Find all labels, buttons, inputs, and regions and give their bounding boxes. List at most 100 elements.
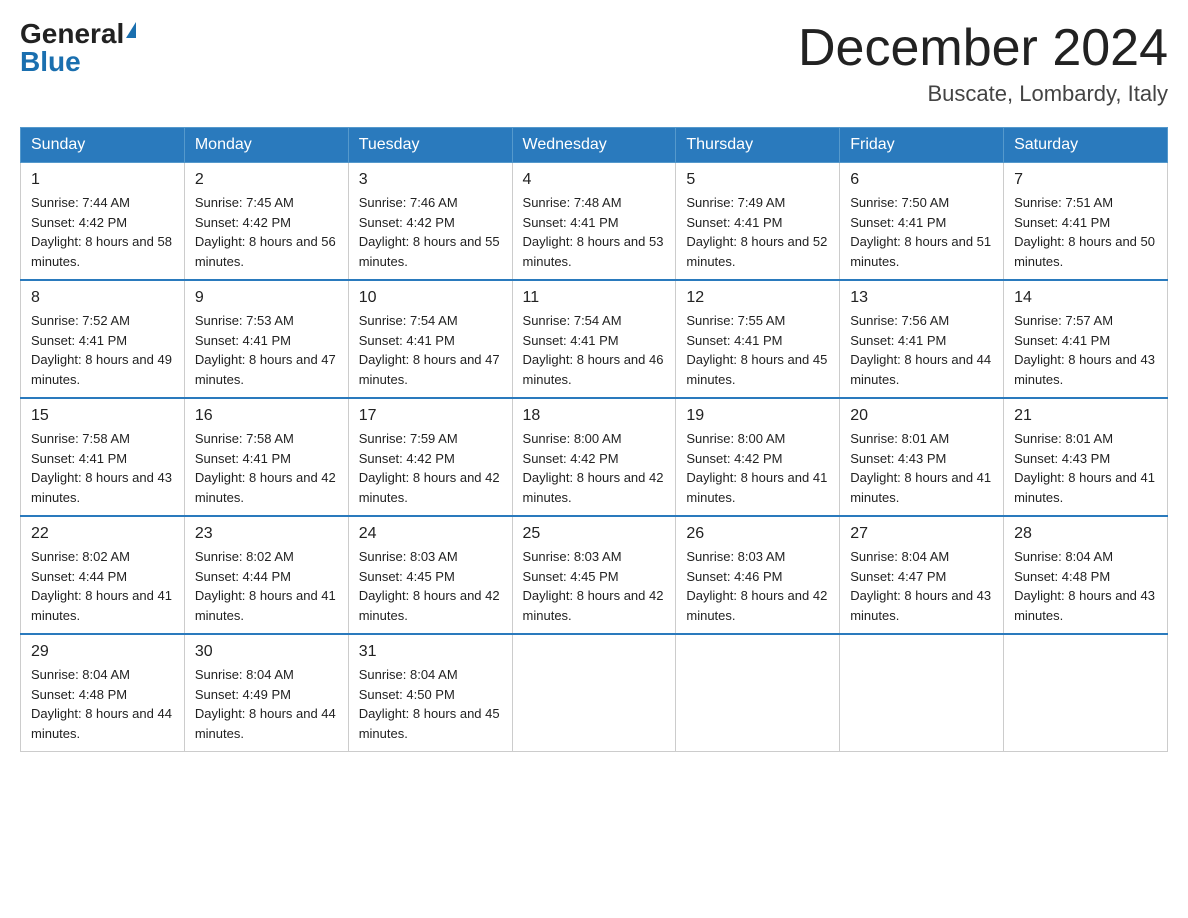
calendar-cell: 8 Sunrise: 7:52 AMSunset: 4:41 PMDayligh… [21, 280, 185, 398]
calendar-cell: 29 Sunrise: 8:04 AMSunset: 4:48 PMDaylig… [21, 634, 185, 752]
day-info: Sunrise: 7:56 AMSunset: 4:41 PMDaylight:… [850, 311, 993, 389]
day-number: 9 [195, 289, 338, 307]
calendar-cell [512, 634, 676, 752]
day-info: Sunrise: 8:01 AMSunset: 4:43 PMDaylight:… [1014, 429, 1157, 507]
calendar-cell: 28 Sunrise: 8:04 AMSunset: 4:48 PMDaylig… [1004, 516, 1168, 634]
day-info: Sunrise: 7:52 AMSunset: 4:41 PMDaylight:… [31, 311, 174, 389]
day-number: 15 [31, 407, 174, 425]
day-info: Sunrise: 8:03 AMSunset: 4:45 PMDaylight:… [359, 547, 502, 625]
month-title: December 2024 [798, 20, 1168, 77]
calendar-cell: 23 Sunrise: 8:02 AMSunset: 4:44 PMDaylig… [184, 516, 348, 634]
day-number: 22 [31, 525, 174, 543]
calendar-cell: 24 Sunrise: 8:03 AMSunset: 4:45 PMDaylig… [348, 516, 512, 634]
calendar-cell [1004, 634, 1168, 752]
weekday-header-monday: Monday [184, 128, 348, 163]
day-number: 13 [850, 289, 993, 307]
calendar-week-row: 29 Sunrise: 8:04 AMSunset: 4:48 PMDaylig… [21, 634, 1168, 752]
day-info: Sunrise: 7:58 AMSunset: 4:41 PMDaylight:… [195, 429, 338, 507]
calendar-cell: 7 Sunrise: 7:51 AMSunset: 4:41 PMDayligh… [1004, 163, 1168, 281]
calendar-week-row: 8 Sunrise: 7:52 AMSunset: 4:41 PMDayligh… [21, 280, 1168, 398]
day-info: Sunrise: 8:04 AMSunset: 4:47 PMDaylight:… [850, 547, 993, 625]
day-info: Sunrise: 8:00 AMSunset: 4:42 PMDaylight:… [686, 429, 829, 507]
day-info: Sunrise: 8:03 AMSunset: 4:46 PMDaylight:… [686, 547, 829, 625]
day-info: Sunrise: 7:58 AMSunset: 4:41 PMDaylight:… [31, 429, 174, 507]
day-number: 18 [523, 407, 666, 425]
calendar-cell: 2 Sunrise: 7:45 AMSunset: 4:42 PMDayligh… [184, 163, 348, 281]
title-section: December 2024 Buscate, Lombardy, Italy [798, 20, 1168, 107]
day-number: 29 [31, 643, 174, 661]
day-info: Sunrise: 7:51 AMSunset: 4:41 PMDaylight:… [1014, 193, 1157, 271]
day-number: 31 [359, 643, 502, 661]
day-number: 3 [359, 171, 502, 189]
calendar-week-row: 15 Sunrise: 7:58 AMSunset: 4:41 PMDaylig… [21, 398, 1168, 516]
weekday-header-thursday: Thursday [676, 128, 840, 163]
calendar-cell: 27 Sunrise: 8:04 AMSunset: 4:47 PMDaylig… [840, 516, 1004, 634]
day-number: 5 [686, 171, 829, 189]
calendar-cell: 22 Sunrise: 8:02 AMSunset: 4:44 PMDaylig… [21, 516, 185, 634]
day-number: 26 [686, 525, 829, 543]
calendar-header-row: SundayMondayTuesdayWednesdayThursdayFrid… [21, 128, 1168, 163]
day-number: 17 [359, 407, 502, 425]
weekday-header-friday: Friday [840, 128, 1004, 163]
weekday-header-tuesday: Tuesday [348, 128, 512, 163]
calendar-cell: 30 Sunrise: 8:04 AMSunset: 4:49 PMDaylig… [184, 634, 348, 752]
day-info: Sunrise: 8:04 AMSunset: 4:48 PMDaylight:… [31, 665, 174, 743]
calendar-cell: 5 Sunrise: 7:49 AMSunset: 4:41 PMDayligh… [676, 163, 840, 281]
calendar-cell: 31 Sunrise: 8:04 AMSunset: 4:50 PMDaylig… [348, 634, 512, 752]
calendar-cell: 12 Sunrise: 7:55 AMSunset: 4:41 PMDaylig… [676, 280, 840, 398]
calendar-cell: 18 Sunrise: 8:00 AMSunset: 4:42 PMDaylig… [512, 398, 676, 516]
day-number: 27 [850, 525, 993, 543]
weekday-header-sunday: Sunday [21, 128, 185, 163]
day-info: Sunrise: 8:02 AMSunset: 4:44 PMDaylight:… [31, 547, 174, 625]
page-header: General Blue December 2024 Buscate, Lomb… [20, 20, 1168, 107]
day-number: 6 [850, 171, 993, 189]
calendar-week-row: 22 Sunrise: 8:02 AMSunset: 4:44 PMDaylig… [21, 516, 1168, 634]
calendar-cell: 15 Sunrise: 7:58 AMSunset: 4:41 PMDaylig… [21, 398, 185, 516]
logo-general-text: General [20, 20, 124, 48]
day-info: Sunrise: 7:46 AMSunset: 4:42 PMDaylight:… [359, 193, 502, 271]
day-number: 16 [195, 407, 338, 425]
calendar-cell: 1 Sunrise: 7:44 AMSunset: 4:42 PMDayligh… [21, 163, 185, 281]
day-info: Sunrise: 8:02 AMSunset: 4:44 PMDaylight:… [195, 547, 338, 625]
day-info: Sunrise: 7:57 AMSunset: 4:41 PMDaylight:… [1014, 311, 1157, 389]
day-number: 20 [850, 407, 993, 425]
weekday-header-wednesday: Wednesday [512, 128, 676, 163]
calendar-cell: 3 Sunrise: 7:46 AMSunset: 4:42 PMDayligh… [348, 163, 512, 281]
calendar-cell [676, 634, 840, 752]
day-number: 28 [1014, 525, 1157, 543]
day-number: 21 [1014, 407, 1157, 425]
day-info: Sunrise: 7:45 AMSunset: 4:42 PMDaylight:… [195, 193, 338, 271]
day-number: 7 [1014, 171, 1157, 189]
day-info: Sunrise: 7:54 AMSunset: 4:41 PMDaylight:… [523, 311, 666, 389]
day-info: Sunrise: 8:04 AMSunset: 4:50 PMDaylight:… [359, 665, 502, 743]
day-number: 23 [195, 525, 338, 543]
day-info: Sunrise: 7:54 AMSunset: 4:41 PMDaylight:… [359, 311, 502, 389]
logo-blue-text: Blue [20, 48, 81, 76]
calendar-cell: 17 Sunrise: 7:59 AMSunset: 4:42 PMDaylig… [348, 398, 512, 516]
calendar-cell: 25 Sunrise: 8:03 AMSunset: 4:45 PMDaylig… [512, 516, 676, 634]
day-info: Sunrise: 7:55 AMSunset: 4:41 PMDaylight:… [686, 311, 829, 389]
day-info: Sunrise: 8:03 AMSunset: 4:45 PMDaylight:… [523, 547, 666, 625]
calendar-cell: 11 Sunrise: 7:54 AMSunset: 4:41 PMDaylig… [512, 280, 676, 398]
calendar-table: SundayMondayTuesdayWednesdayThursdayFrid… [20, 127, 1168, 752]
day-number: 10 [359, 289, 502, 307]
calendar-cell: 20 Sunrise: 8:01 AMSunset: 4:43 PMDaylig… [840, 398, 1004, 516]
day-info: Sunrise: 7:59 AMSunset: 4:42 PMDaylight:… [359, 429, 502, 507]
location-text: Buscate, Lombardy, Italy [798, 81, 1168, 107]
day-number: 12 [686, 289, 829, 307]
day-number: 2 [195, 171, 338, 189]
calendar-cell [840, 634, 1004, 752]
day-info: Sunrise: 7:53 AMSunset: 4:41 PMDaylight:… [195, 311, 338, 389]
day-info: Sunrise: 7:48 AMSunset: 4:41 PMDaylight:… [523, 193, 666, 271]
calendar-week-row: 1 Sunrise: 7:44 AMSunset: 4:42 PMDayligh… [21, 163, 1168, 281]
calendar-cell: 21 Sunrise: 8:01 AMSunset: 4:43 PMDaylig… [1004, 398, 1168, 516]
day-number: 1 [31, 171, 174, 189]
day-info: Sunrise: 8:04 AMSunset: 4:48 PMDaylight:… [1014, 547, 1157, 625]
day-number: 24 [359, 525, 502, 543]
day-number: 25 [523, 525, 666, 543]
day-info: Sunrise: 8:01 AMSunset: 4:43 PMDaylight:… [850, 429, 993, 507]
day-info: Sunrise: 8:00 AMSunset: 4:42 PMDaylight:… [523, 429, 666, 507]
calendar-cell: 4 Sunrise: 7:48 AMSunset: 4:41 PMDayligh… [512, 163, 676, 281]
logo: General Blue [20, 20, 136, 76]
calendar-cell: 9 Sunrise: 7:53 AMSunset: 4:41 PMDayligh… [184, 280, 348, 398]
